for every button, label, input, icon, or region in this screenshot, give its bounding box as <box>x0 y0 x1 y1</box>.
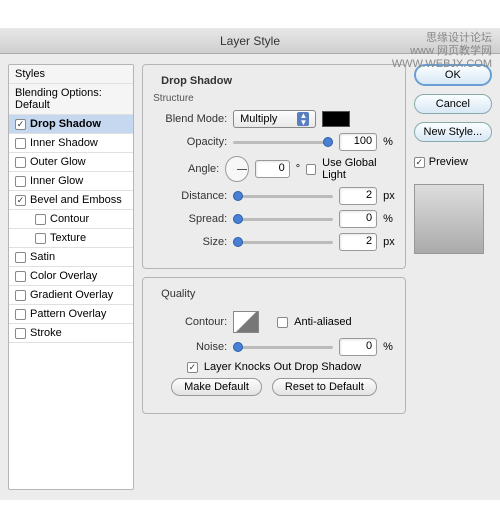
opacity-slider[interactable] <box>233 135 333 149</box>
distance-label: Distance: <box>153 190 227 202</box>
preview-swatch <box>414 184 484 254</box>
sidebar-item-texture[interactable]: Texture <box>9 229 133 248</box>
knockout-label: Layer Knocks Out Drop Shadow <box>204 361 361 373</box>
preview-label: Preview <box>429 156 468 168</box>
dialog-body: Styles Blending Options: Default Drop Sh… <box>0 54 500 500</box>
style-list: Styles Blending Options: Default Drop Sh… <box>8 64 134 490</box>
quality-title: Quality <box>157 288 199 300</box>
watermark: 思缘设计论坛 www 网页教学网 WWW.WEBJX.COM <box>392 32 492 72</box>
sidebar-item-outer-glow[interactable]: Outer Glow <box>9 153 133 172</box>
checkbox-icon[interactable] <box>15 271 26 282</box>
checkbox-icon[interactable] <box>15 290 26 301</box>
reset-default-button[interactable]: Reset to Default <box>272 378 377 396</box>
color-swatch[interactable] <box>322 111 350 127</box>
checkbox-icon[interactable] <box>15 157 26 168</box>
distance-input[interactable]: 2 <box>339 187 377 205</box>
angle-dial[interactable] <box>225 156 248 182</box>
sidebar-item-gradient-overlay[interactable]: Gradient Overlay <box>9 286 133 305</box>
contour-picker[interactable] <box>233 311 259 333</box>
checkbox-icon[interactable] <box>15 252 26 263</box>
size-slider[interactable] <box>233 235 333 249</box>
make-default-button[interactable]: Make Default <box>171 378 262 396</box>
drop-shadow-group: Drop Shadow Structure Blend Mode: Multip… <box>142 64 406 269</box>
structure-subtitle: Structure <box>153 93 395 104</box>
checkbox-icon[interactable] <box>15 195 26 206</box>
contour-label: Contour: <box>153 316 227 328</box>
checkbox-icon[interactable] <box>15 309 26 320</box>
knockout-checkbox[interactable] <box>187 362 198 373</box>
settings-panel: Drop Shadow Structure Blend Mode: Multip… <box>142 64 406 490</box>
checkbox-icon[interactable] <box>15 138 26 149</box>
sidebar-item-stroke[interactable]: Stroke <box>9 324 133 343</box>
size-label: Size: <box>153 236 227 248</box>
global-light-checkbox[interactable] <box>306 164 316 175</box>
sidebar-item-color-overlay[interactable]: Color Overlay <box>9 267 133 286</box>
sidebar-header-styles[interactable]: Styles <box>9 65 133 84</box>
checkbox-icon[interactable] <box>15 119 26 130</box>
noise-input[interactable]: 0 <box>339 338 377 356</box>
sidebar-item-inner-shadow[interactable]: Inner Shadow <box>9 134 133 153</box>
angle-label: Angle: <box>153 163 219 175</box>
sidebar-item-satin[interactable]: Satin <box>9 248 133 267</box>
select-arrows-icon: ▲▼ <box>297 112 309 126</box>
spread-label: Spread: <box>153 213 227 225</box>
preview-checkbox[interactable] <box>414 157 425 168</box>
spread-slider[interactable] <box>233 212 333 226</box>
right-column: OK Cancel New Style... Preview <box>414 64 492 490</box>
antialiased-checkbox[interactable] <box>277 317 288 328</box>
sidebar-header-blending[interactable]: Blending Options: Default <box>9 84 133 115</box>
sidebar-item-contour[interactable]: Contour <box>9 210 133 229</box>
distance-slider[interactable] <box>233 189 333 203</box>
noise-label: Noise: <box>153 341 227 353</box>
opacity-label: Opacity: <box>153 136 227 148</box>
sidebar-item-bevel-emboss[interactable]: Bevel and Emboss <box>9 191 133 210</box>
unit: % <box>383 136 393 148</box>
unit: % <box>383 213 393 225</box>
blend-mode-label: Blend Mode: <box>153 113 227 125</box>
sidebar-item-inner-glow[interactable]: Inner Glow <box>9 172 133 191</box>
new-style-button[interactable]: New Style... <box>414 122 492 142</box>
opacity-input[interactable]: 100 <box>339 133 377 151</box>
global-light-label: Use Global Light <box>322 157 395 181</box>
unit: ° <box>296 163 300 175</box>
sidebar-item-pattern-overlay[interactable]: Pattern Overlay <box>9 305 133 324</box>
angle-input[interactable]: 0 <box>255 160 290 178</box>
blend-mode-select[interactable]: Multiply ▲▼ <box>233 110 316 128</box>
checkbox-icon[interactable] <box>35 233 46 244</box>
noise-slider[interactable] <box>233 340 333 354</box>
unit: px <box>383 236 395 248</box>
sidebar-item-drop-shadow[interactable]: Drop Shadow <box>9 115 133 134</box>
quality-group: Quality Contour: Anti-aliased Noise: 0 %… <box>142 277 406 414</box>
checkbox-icon[interactable] <box>15 328 26 339</box>
checkbox-icon[interactable] <box>35 214 46 225</box>
unit: % <box>383 341 393 353</box>
checkbox-icon[interactable] <box>15 176 26 187</box>
spread-input[interactable]: 0 <box>339 210 377 228</box>
cancel-button[interactable]: Cancel <box>414 94 492 114</box>
unit: px <box>383 190 395 202</box>
group-title: Drop Shadow <box>157 75 236 87</box>
antialiased-label: Anti-aliased <box>294 316 351 328</box>
size-input[interactable]: 2 <box>339 233 377 251</box>
